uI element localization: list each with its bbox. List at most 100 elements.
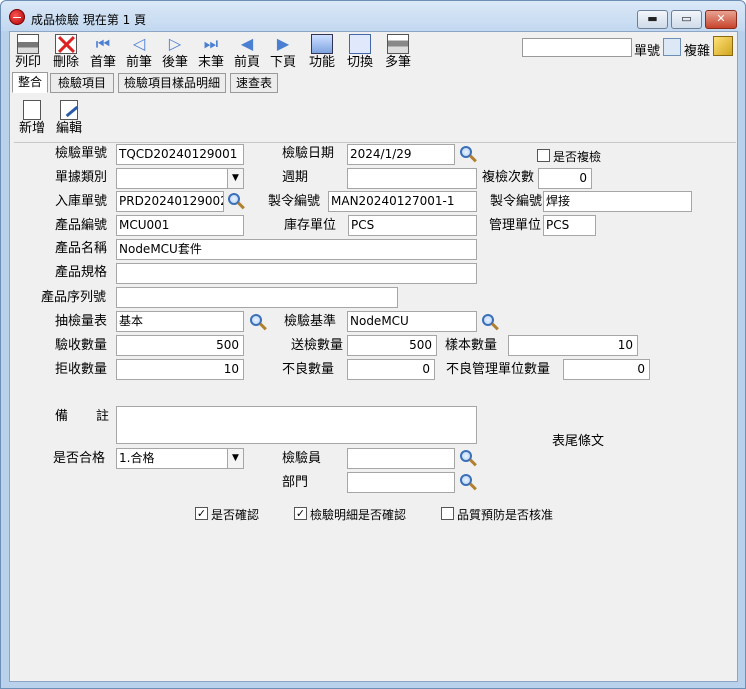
copy-label: 複雜 — [684, 44, 711, 59]
next-page-icon: ▶ — [276, 34, 290, 53]
product-spec-field[interactable] — [116, 263, 477, 284]
reinspect-count-label: 複檢次數 — [482, 170, 535, 185]
sampling-lookup-icon[interactable] — [248, 313, 268, 333]
print-icon — [17, 34, 39, 54]
next-record-label: 後筆 — [161, 55, 188, 70]
qa-approve-checkbox[interactable] — [441, 507, 454, 520]
previous-page-icon: ◀ — [240, 34, 254, 53]
reinspect-label: 是否複檢 — [553, 150, 602, 164]
mo-no-field[interactable]: MAN20240127001-1 — [328, 191, 477, 212]
previous-page-button[interactable]: ◀ 前頁 — [229, 34, 265, 74]
app-window: 成品檢驗 現在第 1 頁 ▬ ▭ ✕ 列印 刪除 ⏮ 首筆 ◁ 前筆 ▷ 後筆 … — [0, 0, 746, 689]
new-document-icon — [23, 100, 41, 120]
print-button[interactable]: 列印 — [10, 34, 46, 74]
chevron-down-icon[interactable]: ▼ — [227, 449, 243, 468]
reinspect-checkbox[interactable] — [537, 149, 550, 162]
inspection-date-label: 檢驗日期 — [282, 146, 335, 161]
title-bar[interactable]: 成品檢驗 現在第 1 頁 ▬ ▭ ✕ — [1, 1, 745, 31]
sampling-table-label: 抽檢量表 — [55, 314, 108, 329]
new-label: 新增 — [18, 121, 45, 136]
inspector-field[interactable] — [347, 448, 455, 469]
stock-unit-field[interactable]: PCS — [348, 215, 477, 236]
date-lookup-icon[interactable] — [458, 145, 478, 165]
search-label: 單號 — [634, 44, 661, 59]
detail-confirm-checkbox[interactable]: ✓ — [294, 507, 307, 520]
edit-button[interactable]: 編輯 — [51, 100, 87, 138]
print-label: 列印 — [14, 55, 41, 70]
remark-textarea[interactable] — [116, 406, 477, 444]
defect-qty-field[interactable]: 0 — [347, 359, 435, 380]
send-qty-field[interactable]: 500 — [347, 335, 437, 356]
function-button[interactable]: 功能 — [304, 34, 340, 74]
reject-qty-label: 拒收數量 — [55, 362, 108, 377]
search-input[interactable] — [522, 38, 632, 57]
defect-qty-label: 不良數量 — [282, 362, 335, 377]
period-field[interactable] — [347, 168, 477, 189]
confirm-label: 是否確認 — [211, 508, 260, 522]
receipt-no-label: 入庫單號 — [55, 194, 108, 209]
previous-record-icon: ◁ — [132, 34, 146, 53]
maximize-button[interactable]: ▭ — [671, 10, 702, 29]
mo-no2-label: 製令編號 — [490, 194, 543, 209]
tab-integration[interactable]: 整合 — [12, 72, 48, 93]
close-button[interactable]: ✕ — [705, 10, 737, 29]
last-record-button[interactable]: ⏭ 末筆 — [193, 34, 229, 74]
dept-lookup-icon[interactable] — [458, 473, 478, 493]
standard-lookup-icon[interactable] — [480, 313, 500, 333]
reinspect-count-field[interactable]: 0 — [538, 168, 592, 189]
qa-approve-label: 品質預防是否核准 — [457, 508, 554, 522]
tab-inspection-items[interactable]: 檢驗項目 — [50, 73, 114, 93]
switch-button[interactable]: 切換 — [342, 34, 378, 74]
pass-select[interactable]: 1.合格 ▼ — [116, 448, 244, 469]
tab-quick-lookup[interactable]: 速查表 — [230, 73, 278, 93]
copy-icon[interactable] — [713, 36, 733, 56]
receipt-no-field[interactable]: PRD20240129002 — [116, 191, 224, 212]
search-magnifier-icon[interactable] — [663, 38, 681, 56]
minimize-button[interactable]: ▬ — [637, 10, 668, 29]
next-record-button[interactable]: ▷ 後筆 — [157, 34, 193, 74]
window-title: 成品檢驗 現在第 1 頁 — [31, 13, 147, 27]
delete-button[interactable]: 刪除 — [48, 34, 84, 74]
sample-qty-label: 樣本數量 — [445, 338, 498, 353]
last-record-icon: ⏭ — [203, 34, 219, 53]
receipt-lookup-icon[interactable] — [226, 192, 246, 212]
switch-icon — [349, 34, 371, 54]
mo-no-label: 製令編號 — [268, 194, 321, 209]
previous-record-button[interactable]: ◁ 前筆 — [121, 34, 157, 74]
inspection-no-field[interactable]: TQCD20240129001 — [116, 144, 244, 165]
defect-mgmt-qty-field[interactable]: 0 — [563, 359, 650, 380]
multi-record-icon — [387, 34, 409, 54]
serial-label: 產品序列號 — [41, 290, 107, 305]
sample-qty-field[interactable]: 10 — [508, 335, 638, 356]
inspection-std-field[interactable]: NodeMCU — [347, 311, 477, 332]
first-record-label: 首筆 — [89, 55, 116, 70]
chevron-down-icon[interactable]: ▼ — [227, 169, 243, 188]
next-record-icon: ▷ — [168, 34, 182, 53]
next-page-button[interactable]: ▶ 下頁 — [265, 34, 301, 74]
defect-mgmt-qty-label: 不良管理單位數量 — [446, 362, 551, 377]
new-button[interactable]: 新增 — [14, 100, 50, 138]
serial-field[interactable] — [116, 287, 398, 308]
mgmt-unit-field[interactable]: PCS — [543, 215, 596, 236]
multi-record-button[interactable]: 多筆 — [380, 34, 416, 74]
reject-qty-field[interactable]: 10 — [116, 359, 244, 380]
inspector-lookup-icon[interactable] — [458, 449, 478, 469]
inspection-date-field[interactable]: 2024/1/29 — [347, 144, 455, 165]
first-record-button[interactable]: ⏮ 首筆 — [85, 34, 121, 74]
doc-type-select[interactable]: ▼ — [116, 168, 244, 189]
remark-label-1: 備 — [55, 409, 69, 424]
dept-label: 部門 — [282, 475, 309, 490]
confirm-checkbox[interactable]: ✓ — [195, 507, 208, 520]
inspection-no-label: 檢驗單號 — [55, 146, 108, 161]
accept-qty-field[interactable]: 500 — [116, 335, 244, 356]
mo-no2-field[interactable]: 焊接 — [543, 191, 692, 212]
detail-confirm-label: 檢驗明細是否確認 — [310, 508, 407, 522]
delete-icon — [55, 34, 77, 54]
product-code-field[interactable]: MCU001 — [116, 215, 244, 236]
switch-label: 切換 — [346, 55, 373, 70]
sampling-table-field[interactable]: 基本 — [116, 311, 244, 332]
mgmt-unit-label: 管理單位 — [489, 218, 542, 233]
tab-sample-details[interactable]: 檢驗項目樣品明細 — [118, 73, 226, 93]
product-name-field[interactable]: NodeMCU套件 — [116, 239, 477, 260]
dept-field[interactable] — [347, 472, 455, 493]
